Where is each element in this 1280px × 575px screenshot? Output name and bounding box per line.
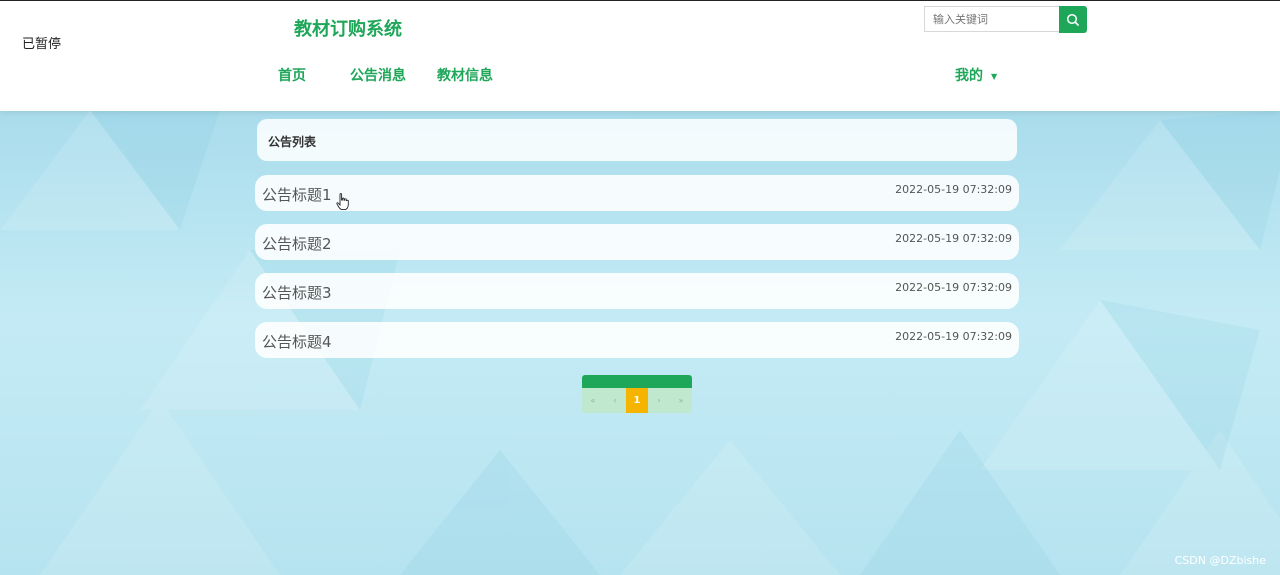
notice-item[interactable]: 公告标题1 2022-05-19 07:32:09 [255,175,1019,211]
caret-down-icon: ▼ [991,71,998,81]
panel-title: 公告列表 [268,135,317,149]
search-input[interactable] [924,6,1060,32]
notice-time: 2022-05-19 07:32:09 [895,232,1012,245]
top-header: 已暂停 教材订购系统 首页 公告消息 教材信息 我的 ▼ [0,0,1280,111]
notice-time: 2022-05-19 07:32:09 [895,330,1012,343]
notice-title: 公告标题1 [262,186,332,204]
page-1-button[interactable]: 1 [626,388,648,413]
notice-time: 2022-05-19 07:32:09 [895,281,1012,294]
pagination-bar [582,375,692,388]
notice-title: 公告标题4 [262,333,332,351]
watermark: CSDN @DZbishe [1174,554,1266,567]
site-title: 教材订购系统 [294,19,402,40]
next-page-button[interactable]: › [648,388,670,413]
search-icon [1066,13,1080,26]
nav-home[interactable]: 首页 [278,65,306,85]
notice-time: 2022-05-19 07:32:09 [895,183,1012,196]
last-page-button[interactable]: » [670,388,692,413]
nav-my-label: 我的 [955,68,983,84]
hand-cursor-icon [336,193,350,215]
search-button[interactable] [1059,6,1087,33]
nav-my-menu[interactable]: 我的 ▼ [955,65,997,85]
notice-title: 公告标题2 [262,235,332,253]
paused-label: 已暂停 [22,37,62,52]
pagination: « ‹ 1 › » [582,375,692,413]
notice-title: 公告标题3 [262,284,332,302]
notice-item[interactable]: 公告标题2 2022-05-19 07:32:09 [255,224,1019,260]
notice-item[interactable]: 公告标题4 2022-05-19 07:32:09 [255,322,1019,358]
nav-textbooks[interactable]: 教材信息 [437,65,493,85]
notice-list-header: 公告列表 [257,119,1017,161]
first-page-button[interactable]: « [582,388,604,413]
notice-item[interactable]: 公告标题3 2022-05-19 07:32:09 [255,273,1019,309]
nav-announcements[interactable]: 公告消息 [350,65,406,85]
prev-page-button[interactable]: ‹ [604,388,626,413]
